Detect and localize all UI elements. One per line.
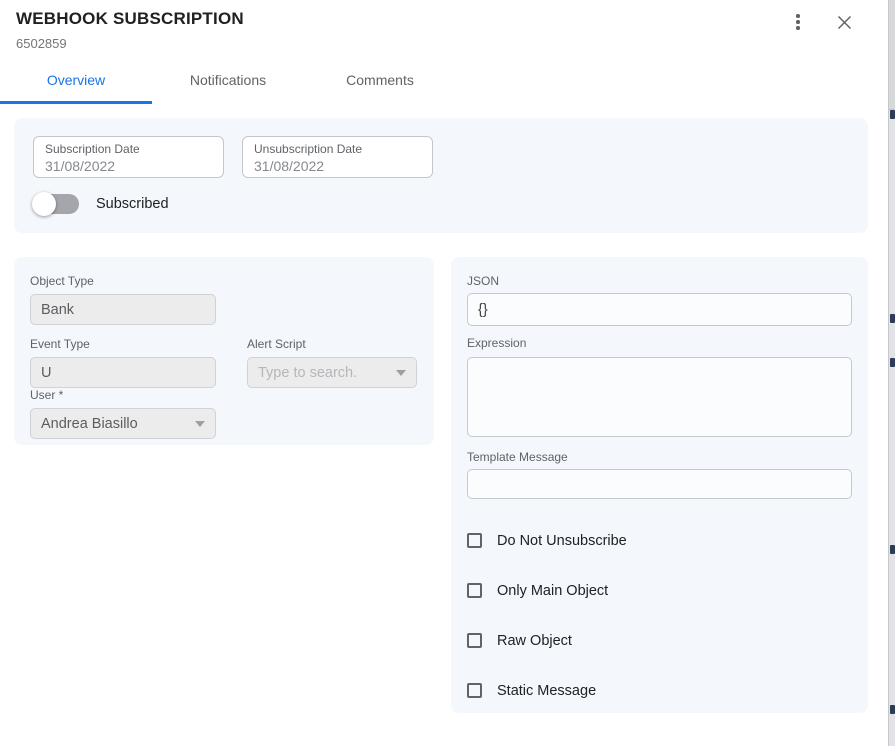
- json-label: JSON: [467, 274, 852, 288]
- webhook-subscription-modal: WEBHOOK SUBSCRIPTION 6502859 Overview No…: [0, 0, 888, 746]
- tab-comments[interactable]: Comments: [304, 62, 456, 104]
- event-type-field: Event Type U: [30, 337, 216, 388]
- subscribed-toggle-row: Subscribed: [33, 191, 849, 217]
- tab-notifications[interactable]: Notifications: [152, 62, 304, 104]
- header-actions: [786, 10, 856, 34]
- alert-script-select: Type to search.: [247, 357, 417, 388]
- template-message-label: Template Message: [467, 450, 852, 464]
- raw-object-row[interactable]: Raw Object: [467, 631, 852, 650]
- user-label: User *: [30, 388, 418, 402]
- chevron-down-icon: [195, 421, 205, 427]
- only-main-object-checkbox[interactable]: [467, 583, 482, 598]
- template-message-input[interactable]: [467, 469, 852, 499]
- raw-object-checkbox[interactable]: [467, 633, 482, 648]
- toggle-knob: [32, 192, 56, 216]
- user-select: Andrea Biasillo: [30, 408, 216, 439]
- page-title: WEBHOOK SUBSCRIPTION: [16, 9, 872, 29]
- background-text-fragment: [890, 110, 895, 119]
- subscription-panel: Subscription Date 31/08/2022 Unsubscript…: [14, 118, 868, 233]
- alert-script-placeholder: Type to search.: [258, 365, 357, 381]
- only-main-object-label: Only Main Object: [497, 583, 608, 599]
- tab-overview[interactable]: Overview: [0, 62, 152, 104]
- do-not-unsubscribe-checkbox[interactable]: [467, 533, 482, 548]
- object-type-value: Bank: [41, 302, 74, 318]
- event-type-input: U: [30, 357, 216, 388]
- subscription-date-value: 31/08/2022: [45, 158, 212, 175]
- subscribed-toggle[interactable]: [34, 194, 79, 214]
- background-text-fragment: [890, 358, 895, 367]
- more-options-button[interactable]: [786, 10, 810, 34]
- unsubscription-date-label: Unsubscription Date: [254, 142, 421, 157]
- record-id: 6502859: [16, 36, 872, 51]
- close-button[interactable]: [832, 10, 856, 34]
- kebab-menu-icon: [796, 14, 800, 30]
- expression-label: Expression: [467, 336, 852, 350]
- background-text-fragment: [890, 545, 895, 554]
- chevron-down-icon: [396, 370, 406, 376]
- static-message-label: Static Message: [497, 683, 596, 699]
- background-text-fragment: [890, 705, 895, 714]
- message-panel: JSON Expression Template Message Do Not …: [451, 257, 868, 713]
- background-text-fragment: [890, 314, 895, 323]
- object-type-input: Bank: [30, 294, 216, 325]
- alert-script-label: Alert Script: [247, 337, 417, 351]
- alert-script-field: Alert Script Type to search.: [247, 337, 417, 388]
- details-panel: Object Type Bank Event Type U Alert Scri…: [14, 257, 434, 445]
- close-icon: [837, 15, 852, 30]
- only-main-object-row[interactable]: Only Main Object: [467, 581, 852, 600]
- do-not-unsubscribe-row[interactable]: Do Not Unsubscribe: [467, 531, 852, 550]
- flags-checkbox-list: Do Not Unsubscribe Only Main Object Raw …: [467, 531, 852, 700]
- subscribed-label: Subscribed: [96, 196, 169, 212]
- subscription-date-label: Subscription Date: [45, 142, 212, 157]
- unsubscription-date-field[interactable]: Unsubscription Date 31/08/2022: [242, 136, 433, 178]
- event-alert-row: Event Type U Alert Script Type to search…: [30, 337, 418, 388]
- tab-bar: Overview Notifications Comments: [0, 62, 888, 104]
- expression-textarea[interactable]: [467, 357, 852, 437]
- static-message-checkbox[interactable]: [467, 683, 482, 698]
- raw-object-label: Raw Object: [497, 633, 572, 649]
- modal-header: WEBHOOK SUBSCRIPTION 6502859: [0, 0, 888, 51]
- object-type-field: Object Type Bank: [30, 274, 418, 325]
- object-type-label: Object Type: [30, 274, 418, 288]
- user-value: Andrea Biasillo: [41, 416, 138, 432]
- user-field: User * Andrea Biasillo: [30, 388, 418, 439]
- unsubscription-date-value: 31/08/2022: [254, 158, 421, 175]
- static-message-row[interactable]: Static Message: [467, 681, 852, 700]
- event-type-value: U: [41, 365, 51, 381]
- do-not-unsubscribe-label: Do Not Unsubscribe: [497, 533, 627, 549]
- date-row: Subscription Date 31/08/2022 Unsubscript…: [33, 136, 849, 178]
- background-table-header: [889, 0, 895, 110]
- background-page-edge: [888, 0, 895, 746]
- json-input[interactable]: [467, 293, 852, 326]
- subscription-date-field[interactable]: Subscription Date 31/08/2022: [33, 136, 224, 178]
- event-type-label: Event Type: [30, 337, 216, 351]
